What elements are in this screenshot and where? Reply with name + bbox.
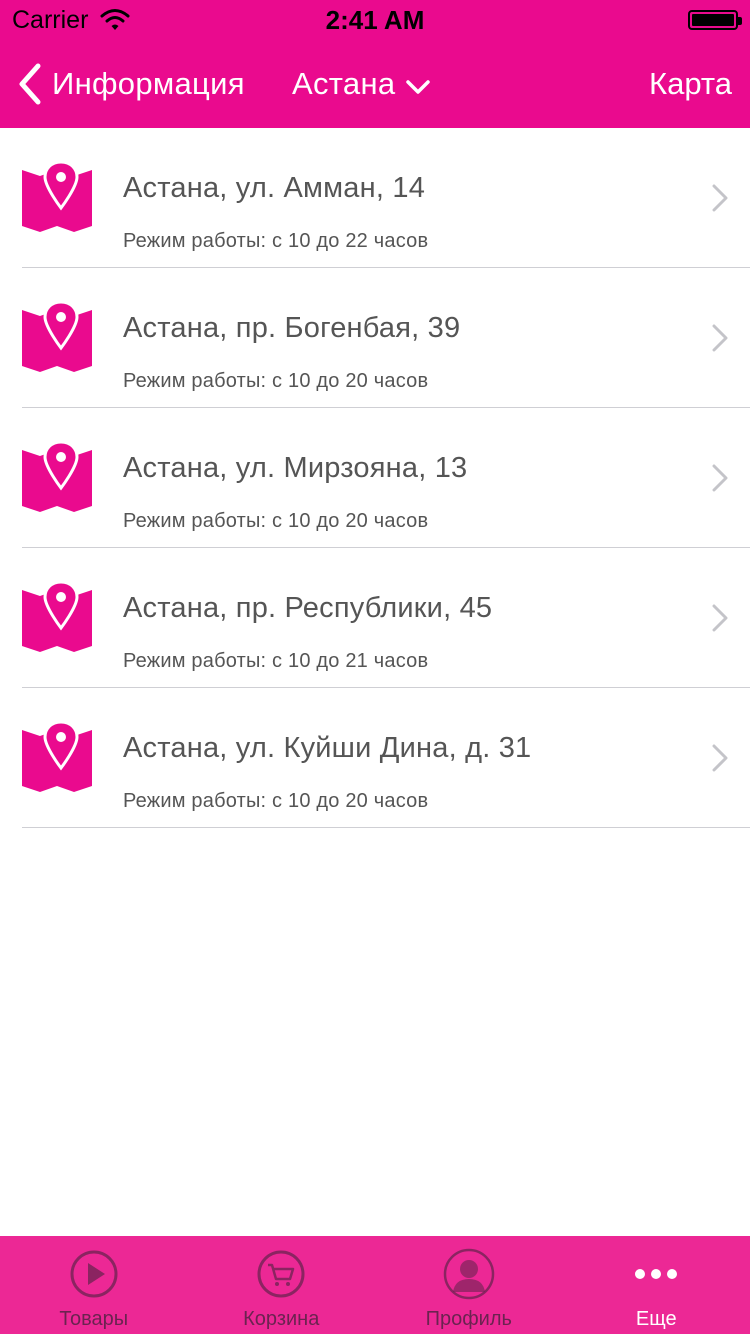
tab-bar: Товары Корзина Профиль Еще [0,1236,750,1334]
more-icon [635,1269,678,1279]
store-address: Астана, пр. Республики, 45 [123,592,493,624]
store-address: Астана, пр. Богенбая, 39 [123,312,461,344]
tab-profile[interactable]: Профиль [375,1236,563,1334]
cart-icon [257,1250,305,1298]
tab-more[interactable]: Еще [563,1236,750,1334]
store-address: Астана, ул. Амман, 14 [123,172,426,204]
back-button[interactable]: Информация [16,40,245,128]
map-pin-icon [22,442,92,512]
play-icon [70,1250,118,1298]
chevron-left-icon [19,63,41,105]
status-time: 2:41 AM [325,5,425,35]
map-pin-icon [22,722,92,792]
store-row[interactable]: Астана, ул. Амман, 14 Режим работы: с 10… [0,128,750,268]
tab-cart[interactable]: Корзина [188,1236,376,1334]
profile-icon [443,1248,494,1300]
store-row[interactable]: Астана, пр. Богенбая, 39 Режим работы: с… [0,268,750,408]
map-pin-icon [22,582,92,652]
tab-cart-label: Корзина [243,1308,320,1330]
chevron-right-icon [712,324,728,352]
back-button-label: Информация [52,66,245,101]
chevron-right-icon [712,184,728,212]
store-hours: Режим работы: с 10 до 20 часов [123,510,429,532]
city-selector[interactable]: Астана [292,40,431,128]
tab-more-label: Еще [635,1308,677,1330]
map-pin-icon [22,302,92,372]
navigation-bar: Информация Астана Карта [0,40,750,128]
tab-profile-label: Профиль [425,1308,512,1330]
store-address: Астана, ул. Куйши Дина, д. 31 [123,732,532,764]
chevron-right-icon [712,604,728,632]
chevron-right-icon [712,464,728,492]
chevron-right-icon [712,744,728,772]
tab-products[interactable]: Товары [0,1236,188,1334]
battery-icon [688,10,742,30]
status-bar: Carrier 2:41 AM [0,0,750,40]
map-pin-icon [22,162,92,232]
tab-products-label: Товары [59,1308,129,1330]
store-hours: Режим работы: с 10 до 21 часов [123,650,429,672]
store-address: Астана, ул. Мирзояна, 13 [123,452,468,484]
store-row[interactable]: Астана, пр. Республики, 45 Режим работы:… [0,548,750,688]
store-row[interactable]: Астана, ул. Куйши Дина, д. 31 Режим рабо… [0,688,750,828]
store-hours: Режим работы: с 10 до 22 часов [123,230,429,252]
store-row[interactable]: Астана, ул. Мирзояна, 13 Режим работы: с… [0,408,750,548]
store-list: Астана, ул. Амман, 14 Режим работы: с 10… [0,128,750,828]
store-hours: Режим работы: с 10 до 20 часов [123,790,429,812]
chevron-down-icon [406,80,431,94]
map-button[interactable]: Карта [649,40,732,128]
store-hours: Режим работы: с 10 до 20 часов [123,370,429,392]
city-selector-label: Астана [292,66,396,101]
